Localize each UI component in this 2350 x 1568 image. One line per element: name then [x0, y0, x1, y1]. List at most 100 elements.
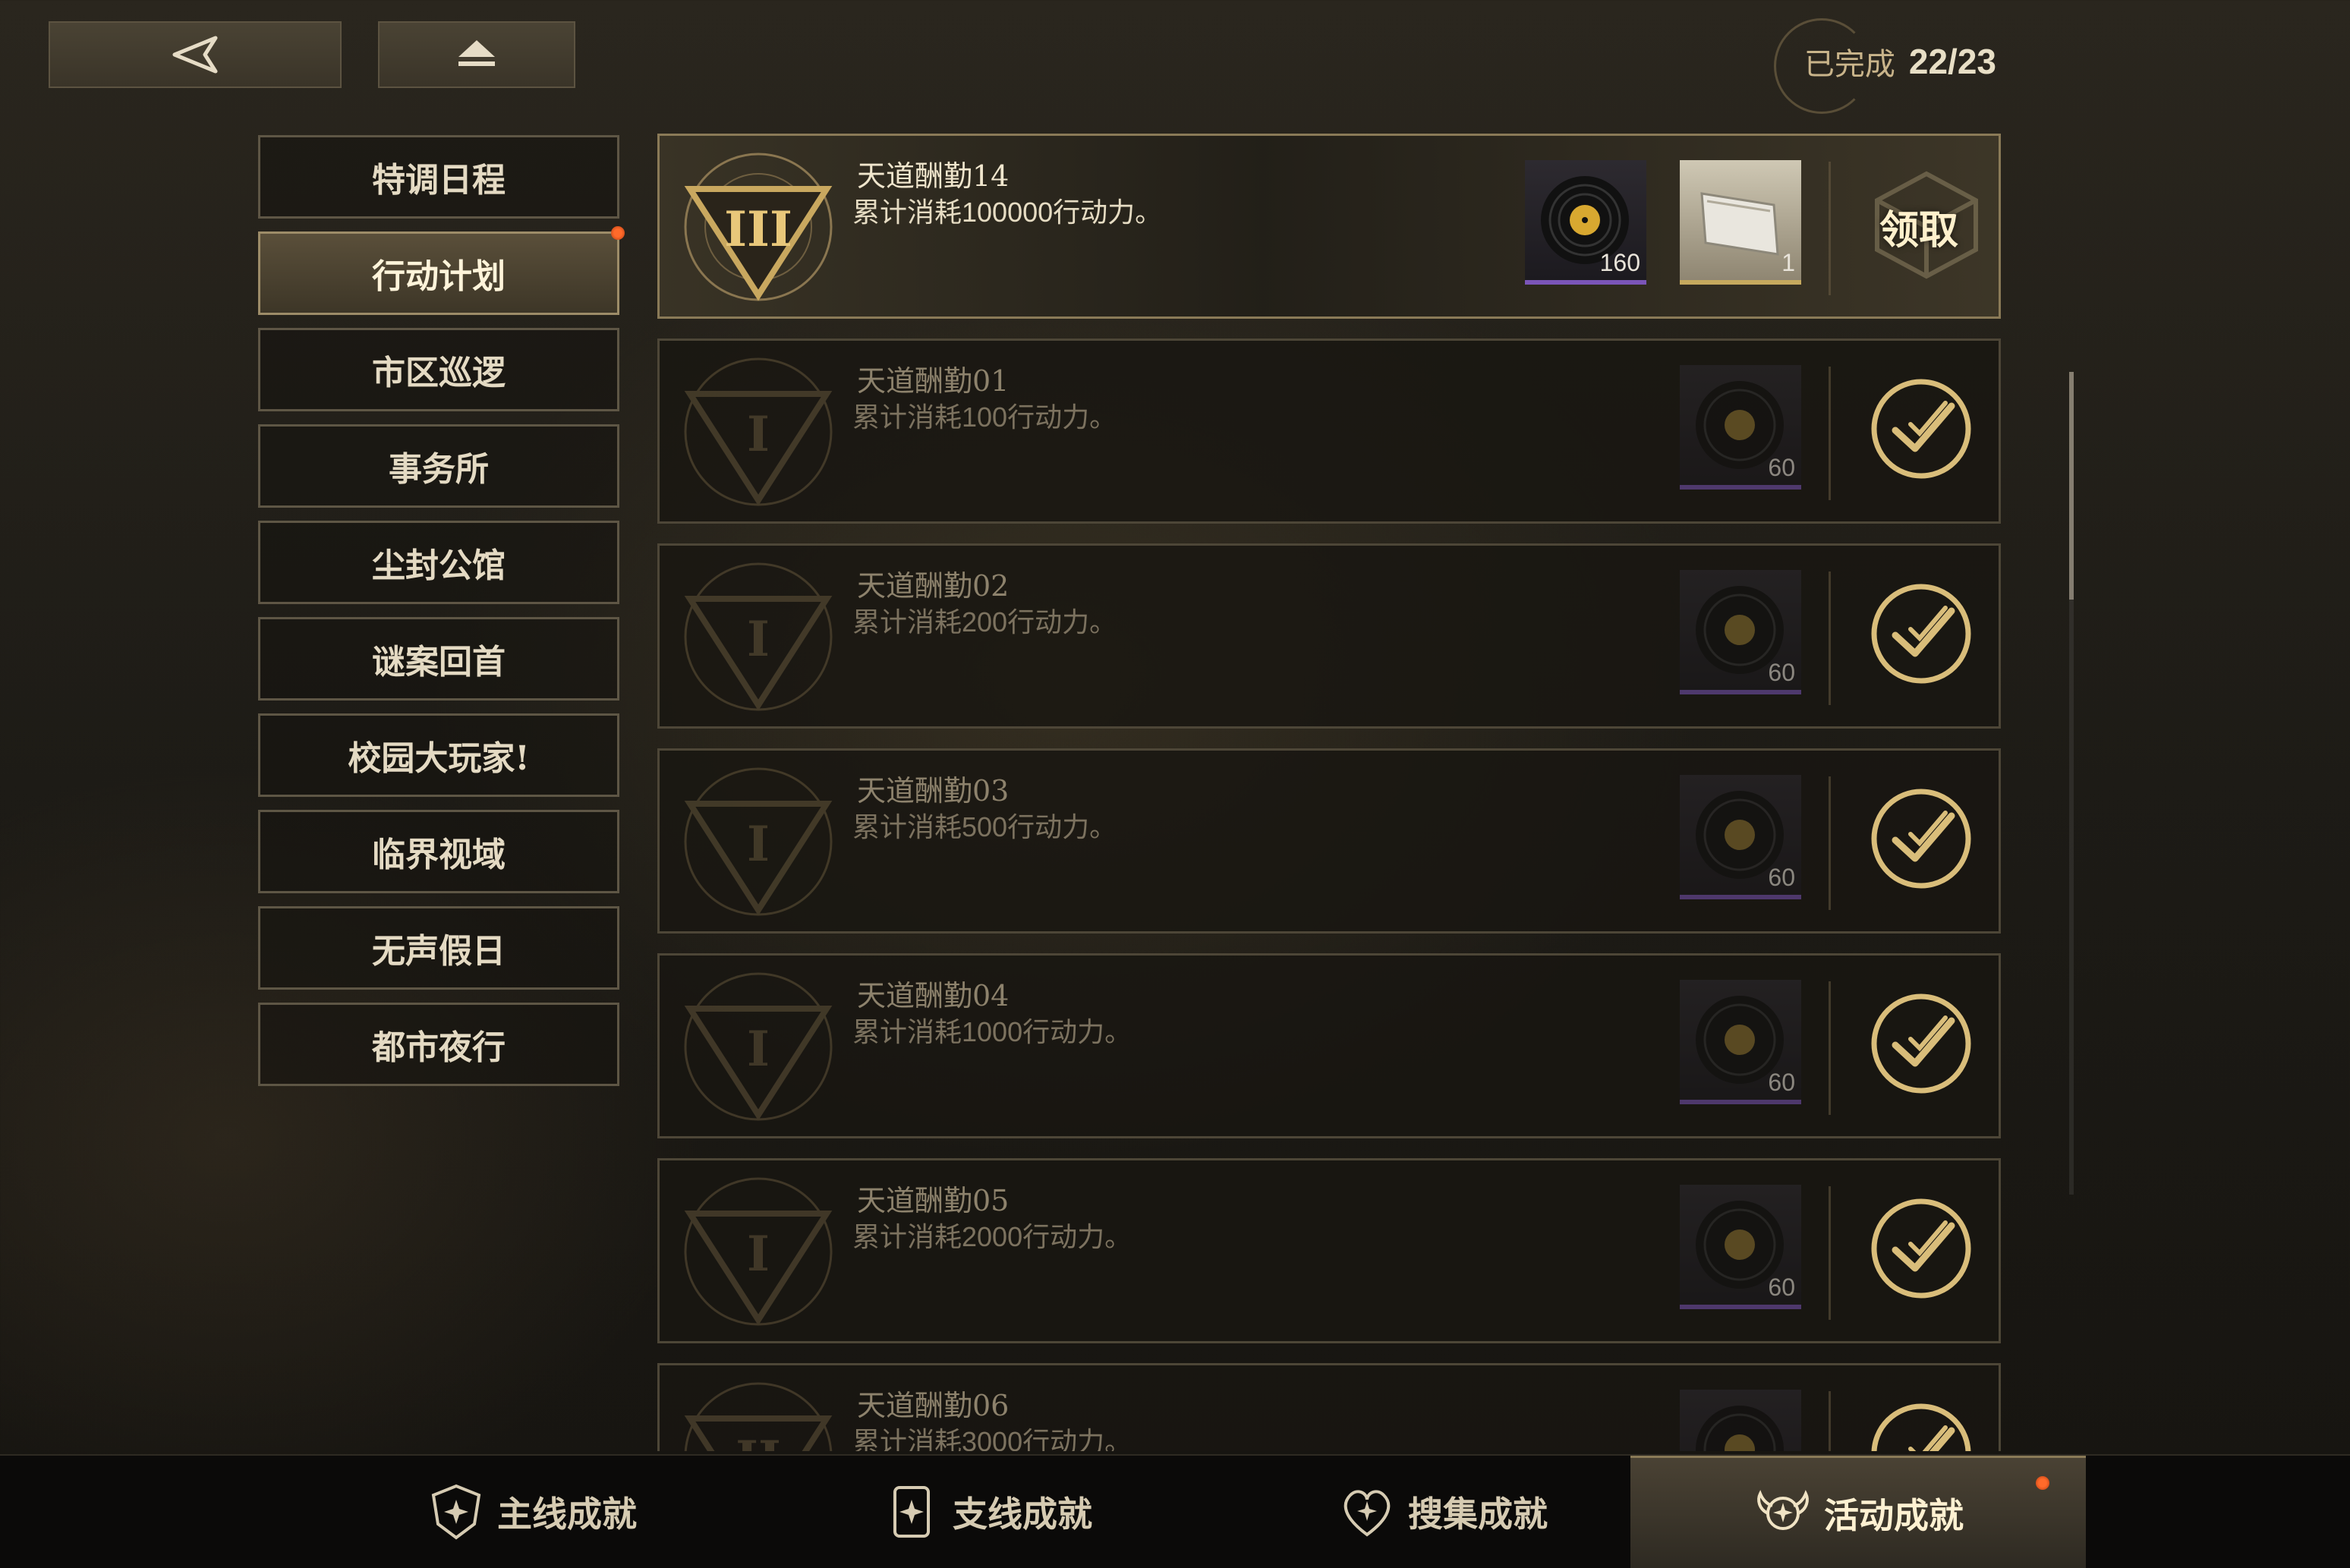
reward-count: 60	[1768, 659, 1795, 686]
card-separator	[1829, 776, 1831, 910]
notification-dot	[611, 226, 625, 240]
achievement-list[interactable]: III 天道酬勤14 累计消耗100000行动力。 160 1 领取 I 天道酬…	[657, 131, 2001, 1451]
sidebar-item-4[interactable]: 事务所	[258, 424, 619, 508]
sidebar-item-9[interactable]: 无声假日	[258, 906, 619, 990]
sidebar-item-label: 尘封公馆	[372, 546, 506, 585]
reward-count: 60	[1768, 864, 1795, 891]
sidebar-item-8[interactable]: 临界视域	[258, 810, 619, 893]
star-shield-icon	[431, 1484, 481, 1540]
achievement-desc: 累计消耗100行动力。	[852, 401, 1117, 433]
sidebar-item-5[interactable]: 尘封公馆	[258, 521, 619, 604]
rank-emblem-icon: I	[684, 1177, 833, 1326]
reward-item[interactable]: 60	[1680, 1185, 1801, 1309]
tab-main-achievements[interactable]: 主线成就	[304, 1456, 759, 1568]
sidebar-item-1[interactable]: 特调日程	[258, 135, 619, 219]
achievement-title: 天道酬勤04	[857, 979, 1010, 1012]
card-separator	[1829, 571, 1831, 705]
achievement-desc: 累计消耗1000行动力。	[852, 1016, 1132, 1047]
reward-count: 60	[1768, 1069, 1795, 1096]
reward-item[interactable]: 160	[1525, 160, 1646, 285]
completion-counter: 已完成 22/23	[1773, 18, 1996, 114]
list-scrollbar[interactable]	[2069, 372, 2074, 1195]
vinyl-record-icon	[1696, 1406, 1784, 1451]
achievement-desc: 累计消耗200行动力。	[852, 606, 1117, 638]
bottom-tab-bar: 主线成就 支线成就 搜集成就 活动成就	[0, 1454, 2350, 1568]
achievement-desc: 累计消耗500行动力。	[852, 811, 1117, 842]
achievement-card: I 天道酬勤04 累计消耗1000行动力。 60	[657, 953, 2001, 1138]
tab-event-achievements[interactable]: 活动成就	[1630, 1456, 2086, 1568]
achievement-card: I 天道酬勤01 累计消耗100行动力。 60	[657, 338, 2001, 524]
reward-item[interactable]: 60	[1680, 775, 1801, 899]
achievement-desc: 累计消耗3000行动力。	[852, 1426, 1132, 1451]
reward-item[interactable]: 60	[1680, 980, 1801, 1104]
sidebar-item-10[interactable]: 都市夜行	[258, 1003, 619, 1086]
sidebar-item-label: 事务所	[389, 450, 489, 489]
sidebar-item-label: 市区巡逻	[372, 354, 506, 392]
reward-item[interactable]: 60	[1680, 1390, 1801, 1451]
achievement-title: 天道酬勤01	[857, 364, 1010, 398]
back-button[interactable]	[49, 21, 342, 88]
rank-emblem-icon: III	[684, 153, 833, 301]
sidebar-item-7[interactable]: 校园大玩家!	[258, 713, 619, 797]
sidebar-item-label: 都市夜行	[372, 1028, 506, 1067]
rank-emblem-icon: I	[684, 357, 833, 506]
reward-item[interactable]: 1	[1680, 160, 1801, 285]
star-card-icon	[893, 1486, 930, 1538]
achievement-title: 天道酬勤06	[857, 1389, 1010, 1422]
tab-side-achievements[interactable]: 支线成就	[759, 1456, 1214, 1568]
achievement-title: 天道酬勤02	[857, 569, 1010, 603]
card-separator	[1829, 1186, 1831, 1320]
tab-label: 支线成就	[953, 1494, 1092, 1535]
emblem-numeral: II	[736, 1431, 781, 1451]
sidebar-item-label: 校园大玩家!	[348, 739, 530, 778]
emblem-numeral: I	[747, 816, 770, 873]
scrollbar-thumb[interactable]	[2069, 372, 2074, 600]
achievement-card: II 天道酬勤06 累计消耗3000行动力。 60	[657, 1363, 2001, 1451]
completed-check-icon	[1871, 379, 1971, 479]
completed-check-icon	[1871, 789, 1971, 889]
reward-item[interactable]: 60	[1680, 365, 1801, 490]
home-button[interactable]	[378, 21, 575, 88]
category-sidebar: 特调日程 行动计划 市区巡逻 事务所 尘封公馆 谜案回首 校园大玩家! 临界视域…	[258, 135, 625, 1099]
star-wings-icon	[1757, 1489, 1809, 1530]
card-separator	[1829, 981, 1831, 1115]
completed-check-icon	[1871, 584, 1971, 684]
sidebar-item-label: 特调日程	[372, 161, 506, 200]
emblem-numeral: I	[747, 1021, 770, 1078]
tab-label: 活动成就	[1824, 1494, 1964, 1536]
completed-check-icon	[1871, 993, 1971, 1094]
sidebar-item-label: 临界视域	[372, 836, 506, 874]
sidebar-item-label: 无声假日	[372, 932, 506, 971]
emblem-numeral: I	[747, 1226, 770, 1283]
sidebar-item-2[interactable]: 行动计划	[258, 226, 625, 315]
achievement-desc: 累计消耗100000行动力。	[852, 197, 1163, 228]
achievement-card: III 天道酬勤14 累计消耗100000行动力。 160 1 领取	[657, 134, 2001, 319]
achievement-card: I 天道酬勤03 累计消耗500行动力。 60	[657, 748, 2001, 934]
rank-emblem-icon: I	[684, 972, 833, 1121]
sidebar-item-6[interactable]: 谜案回首	[258, 617, 619, 701]
card-separator	[1829, 162, 1831, 295]
sidebar-item-3[interactable]: 市区巡逻	[258, 328, 619, 411]
completed-value: 22/23	[1908, 42, 1996, 81]
eject-home-icon	[458, 40, 495, 66]
emblem-numeral: III	[724, 201, 792, 258]
card-separator	[1829, 1391, 1831, 1451]
back-arrow-icon	[172, 36, 218, 74]
rank-emblem-icon: II	[684, 1382, 833, 1451]
reward-count: 1	[1781, 249, 1795, 276]
reward-count: 160	[1599, 249, 1640, 276]
achievement-title: 天道酬勤05	[857, 1184, 1010, 1217]
achievement-desc: 累计消耗2000行动力。	[852, 1221, 1132, 1252]
tab-collection-achievements[interactable]: 搜集成就	[1214, 1456, 1670, 1568]
card-separator	[1829, 367, 1831, 500]
sidebar-item-label: 谜案回首	[372, 643, 506, 682]
sidebar-item-label: 行动计划	[372, 257, 506, 296]
tab-label: 搜集成就	[1408, 1494, 1548, 1535]
rank-emblem-icon: I	[684, 562, 833, 711]
achievement-title: 天道酬勤03	[857, 774, 1010, 808]
reward-item[interactable]: 60	[1680, 570, 1801, 694]
achievement-card: I 天道酬勤02 累计消耗200行动力。 60	[657, 543, 2001, 729]
emblem-numeral: I	[747, 406, 770, 463]
claim-button[interactable]: 领取	[1839, 136, 1999, 316]
completed-check-icon	[1871, 1198, 1971, 1299]
